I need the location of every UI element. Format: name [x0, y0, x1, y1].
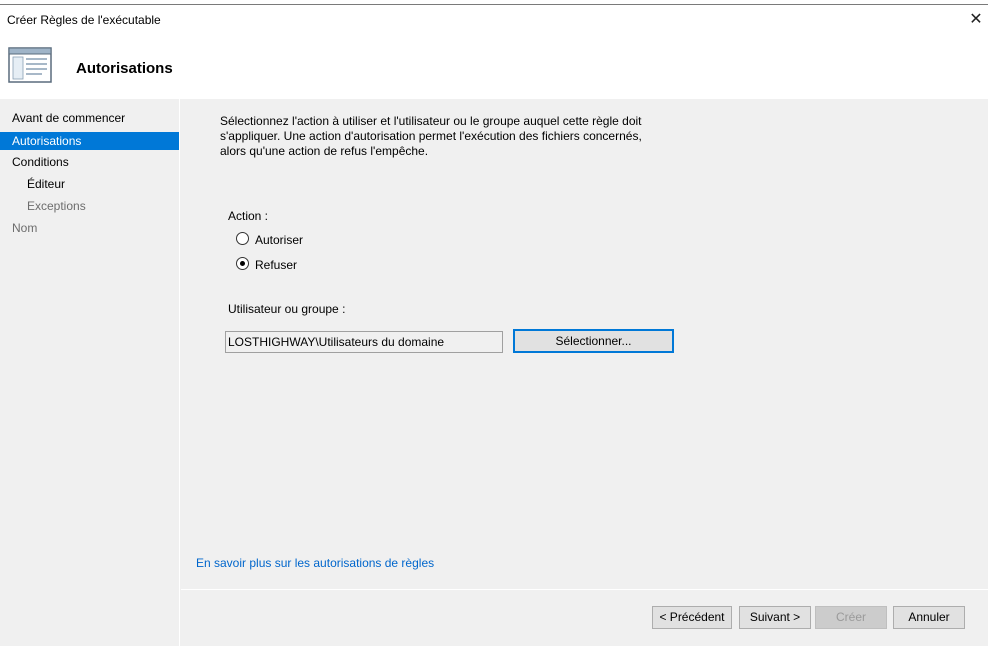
- main-content: Sélectionnez l'action à utiliser et l'ut…: [181, 99, 988, 589]
- user-group-label: Utilisateur ou groupe :: [228, 302, 346, 316]
- radio-refuser-label[interactable]: Refuser: [255, 258, 297, 272]
- action-label: Action :: [228, 209, 269, 223]
- window-app-icon: [8, 47, 52, 83]
- wizard-window: Créer Règles de l'exécutable ✕ Autorisat…: [0, 0, 988, 646]
- select-user-button[interactable]: Sélectionner...: [513, 329, 674, 353]
- sidebar-item-nom: Nom: [12, 221, 38, 235]
- sidebar-item-conditions[interactable]: Conditions: [0, 153, 179, 171]
- close-icon[interactable]: ✕: [964, 10, 988, 30]
- user-group-field: LOSTHIGHWAY\Utilisateurs du domaine: [225, 331, 503, 353]
- sidebar-item-autorisations[interactable]: Autorisations: [0, 132, 179, 150]
- sidebar-item-exceptions: Exceptions: [27, 199, 86, 213]
- learn-more-link[interactable]: En savoir plus sur les autorisations de …: [196, 556, 434, 570]
- wizard-header: Autorisations: [0, 35, 988, 99]
- page-title: Autorisations: [76, 60, 173, 77]
- sidebar-item-editeur[interactable]: Éditeur: [0, 175, 179, 193]
- wizard-body: Avant de commencer Autorisations Conditi…: [0, 99, 988, 646]
- radio-autoriser-label[interactable]: Autoriser: [255, 233, 303, 247]
- create-button: Créer: [815, 606, 887, 629]
- wizard-footer: < Précédent Suivant > Créer Annuler: [181, 590, 988, 646]
- cancel-button[interactable]: Annuler: [893, 606, 965, 629]
- wizard-steps-sidebar: Avant de commencer Autorisations Conditi…: [0, 99, 180, 646]
- previous-button[interactable]: < Précédent: [652, 606, 732, 629]
- instructions-text: Sélectionnez l'action à utiliser et l'ut…: [220, 114, 642, 158]
- radio-autoriser-circle[interactable]: [236, 232, 249, 246]
- title-bar: Créer Règles de l'exécutable ✕: [0, 5, 988, 35]
- next-button[interactable]: Suivant >: [739, 606, 811, 629]
- sidebar-item-avant-de-commencer[interactable]: Avant de commencer: [0, 109, 179, 127]
- window-title: Créer Règles de l'exécutable: [7, 13, 161, 27]
- radio-refuser-circle[interactable]: [236, 257, 249, 271]
- radio-autoriser[interactable]: Autoriser: [236, 232, 303, 248]
- radio-refuser[interactable]: Refuser: [236, 257, 297, 273]
